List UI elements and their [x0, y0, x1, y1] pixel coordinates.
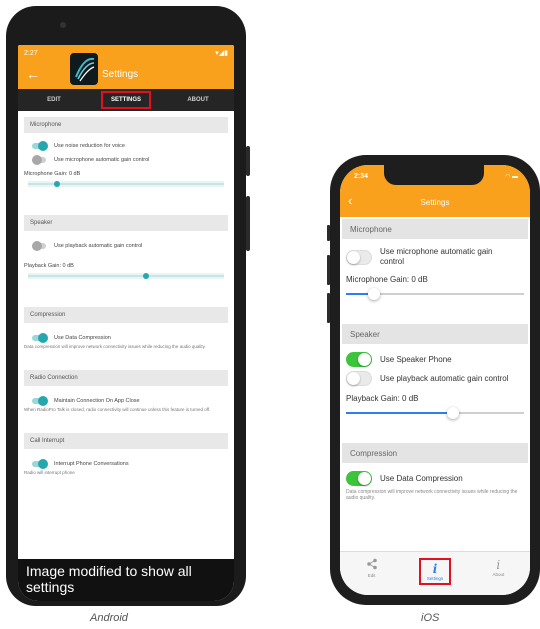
- mic-auto-gain-label: Use microphone automatic gain control: [380, 247, 493, 266]
- slider-thumb[interactable]: [142, 273, 149, 279]
- section-header-radio-connection: Radio Connection: [24, 370, 228, 386]
- tab-edit[interactable]: Edit: [340, 552, 403, 595]
- info-icon: i: [432, 562, 438, 576]
- page-title: Settings: [102, 69, 139, 80]
- mic-auto-gain-toggle[interactable]: [32, 155, 46, 165]
- tab-settings[interactable]: i Settings: [403, 552, 466, 595]
- tab-about[interactable]: ABOUT: [162, 97, 234, 103]
- compression-toggle[interactable]: [32, 333, 48, 343]
- compression-label: Use Data Compression: [54, 335, 111, 341]
- ios-settings-list: Microphone Use microphone automatic gain…: [340, 219, 530, 501]
- tab-settings[interactable]: SETTINGS: [90, 91, 162, 109]
- tab-label: Settings: [426, 576, 444, 581]
- playback-gain-label: Playback Gain: 0 dB: [24, 263, 74, 269]
- mic-gain-slider[interactable]: [28, 181, 224, 187]
- playback-auto-gain-label: Use playback automatic gain control: [380, 374, 509, 383]
- app-logo: [70, 53, 98, 85]
- speaker-phone-label: Use Speaker Phone: [380, 355, 452, 364]
- tab-label: Edit: [367, 573, 376, 578]
- camera-dot: [60, 22, 66, 28]
- compression-label: Use Data Compression: [380, 474, 463, 483]
- speaker-phone-row[interactable]: Use Speaker Phone: [340, 352, 530, 367]
- speaker-phone-toggle[interactable]: [346, 352, 372, 367]
- mic-auto-gain-row[interactable]: Use microphone automatic gain control: [340, 247, 530, 267]
- playback-auto-gain-toggle[interactable]: [32, 241, 46, 251]
- ios-caption: iOS: [421, 612, 440, 624]
- modified-image-notice: Image modified to show all settings: [18, 559, 234, 601]
- android-app-bar: ← Settings: [18, 53, 234, 89]
- noise-reduction-label: Use noise reduction for voice: [54, 143, 125, 149]
- mic-gain-slider[interactable]: [346, 288, 524, 300]
- mic-gain-label: Microphone Gain: 0 dB: [24, 171, 81, 177]
- slider-thumb[interactable]: [446, 407, 459, 419]
- noise-reduction-toggle[interactable]: [32, 141, 48, 151]
- volume-button: [246, 196, 250, 251]
- notch: [384, 165, 484, 185]
- compression-toggle[interactable]: [346, 471, 372, 486]
- mic-auto-gain-toggle[interactable]: [346, 249, 372, 265]
- compression-row[interactable]: Use Data Compression: [340, 471, 530, 486]
- status-icons: ▾◢▮: [215, 50, 228, 57]
- playback-gain-label: Playback Gain: 0 dB: [346, 394, 419, 403]
- android-status-bar: 2:27 ▾◢▮: [18, 45, 234, 61]
- playback-gain-slider[interactable]: [346, 407, 524, 419]
- playback-auto-gain-row[interactable]: Use playback automatic gain control: [340, 371, 530, 386]
- back-arrow-icon[interactable]: ←: [26, 66, 40, 82]
- compression-description: Data compression will improve network co…: [346, 489, 518, 501]
- section-header-microphone: Microphone: [342, 219, 528, 239]
- slider-thumb[interactable]: [54, 181, 61, 187]
- tab-about[interactable]: i About: [467, 552, 530, 595]
- status-time: 2:27: [24, 49, 38, 57]
- section-header-compression: Compression: [24, 307, 228, 323]
- maintain-connection-toggle[interactable]: [32, 396, 48, 406]
- playback-gain-slider[interactable]: [28, 273, 224, 279]
- section-header-compression: Compression: [342, 443, 528, 463]
- tab-edit[interactable]: EDIT: [18, 97, 90, 103]
- call-interrupt-description: Radio will interrupt phone: [24, 470, 75, 475]
- ios-phone: 2:34 ◠ ▬ ‹ Settings Microphone Use micro…: [327, 155, 540, 605]
- android-phone: 2:27 ▾◢▮ ← Settings EDIT SETTINGS ABOUT …: [6, 6, 250, 606]
- share-icon: [340, 558, 403, 573]
- ios-screen: 2:34 ◠ ▬ ‹ Settings Microphone Use micro…: [340, 165, 530, 595]
- compression-description: Data compression will improve network co…: [24, 344, 206, 349]
- slider-thumb[interactable]: [368, 288, 381, 300]
- highlight-box: i Settings: [418, 558, 452, 585]
- slider-track: [28, 275, 224, 277]
- android-screen: 2:27 ▾◢▮ ← Settings EDIT SETTINGS ABOUT …: [18, 45, 234, 601]
- status-icons: ◠ ▬: [505, 174, 518, 180]
- playback-auto-gain-toggle[interactable]: [346, 371, 372, 386]
- info-icon: i: [496, 558, 501, 572]
- radio-connection-description: When RadioPro Talk is closed, radio conn…: [24, 407, 211, 412]
- android-settings-list: Microphone Use noise reduction for voice…: [18, 111, 234, 476]
- section-header-call-interrupt: Call Interrupt: [24, 433, 228, 449]
- section-header-microphone: Microphone: [24, 117, 228, 133]
- status-time: 2:34: [354, 173, 369, 180]
- section-header-speaker: Speaker: [24, 215, 228, 231]
- volume-down-button: [327, 293, 330, 323]
- section-header-speaker: Speaker: [342, 324, 528, 344]
- mic-gain-label: Microphone Gain: 0 dB: [346, 275, 428, 284]
- power-button: [246, 146, 250, 176]
- mute-switch: [327, 225, 330, 241]
- interrupt-calls-label: Interrupt Phone Conversations: [54, 461, 129, 467]
- interrupt-calls-toggle[interactable]: [32, 459, 48, 469]
- ios-nav-bar: 2:34 ◠ ▬ ‹ Settings: [340, 165, 530, 217]
- page-title: Settings: [420, 198, 450, 207]
- android-caption: Android: [90, 612, 128, 624]
- ios-tab-bar: Edit i Settings i About: [340, 551, 530, 595]
- android-tab-bar: EDIT SETTINGS ABOUT: [18, 89, 234, 111]
- maintain-connection-label: Maintain Connection On App Close: [54, 398, 140, 404]
- volume-up-button: [327, 255, 330, 285]
- playback-auto-gain-label: Use playback automatic gain control: [54, 243, 143, 249]
- mic-auto-gain-label: Use microphone automatic gain control: [54, 157, 150, 163]
- tab-label: About: [492, 572, 505, 577]
- slider-fill: [346, 412, 453, 414]
